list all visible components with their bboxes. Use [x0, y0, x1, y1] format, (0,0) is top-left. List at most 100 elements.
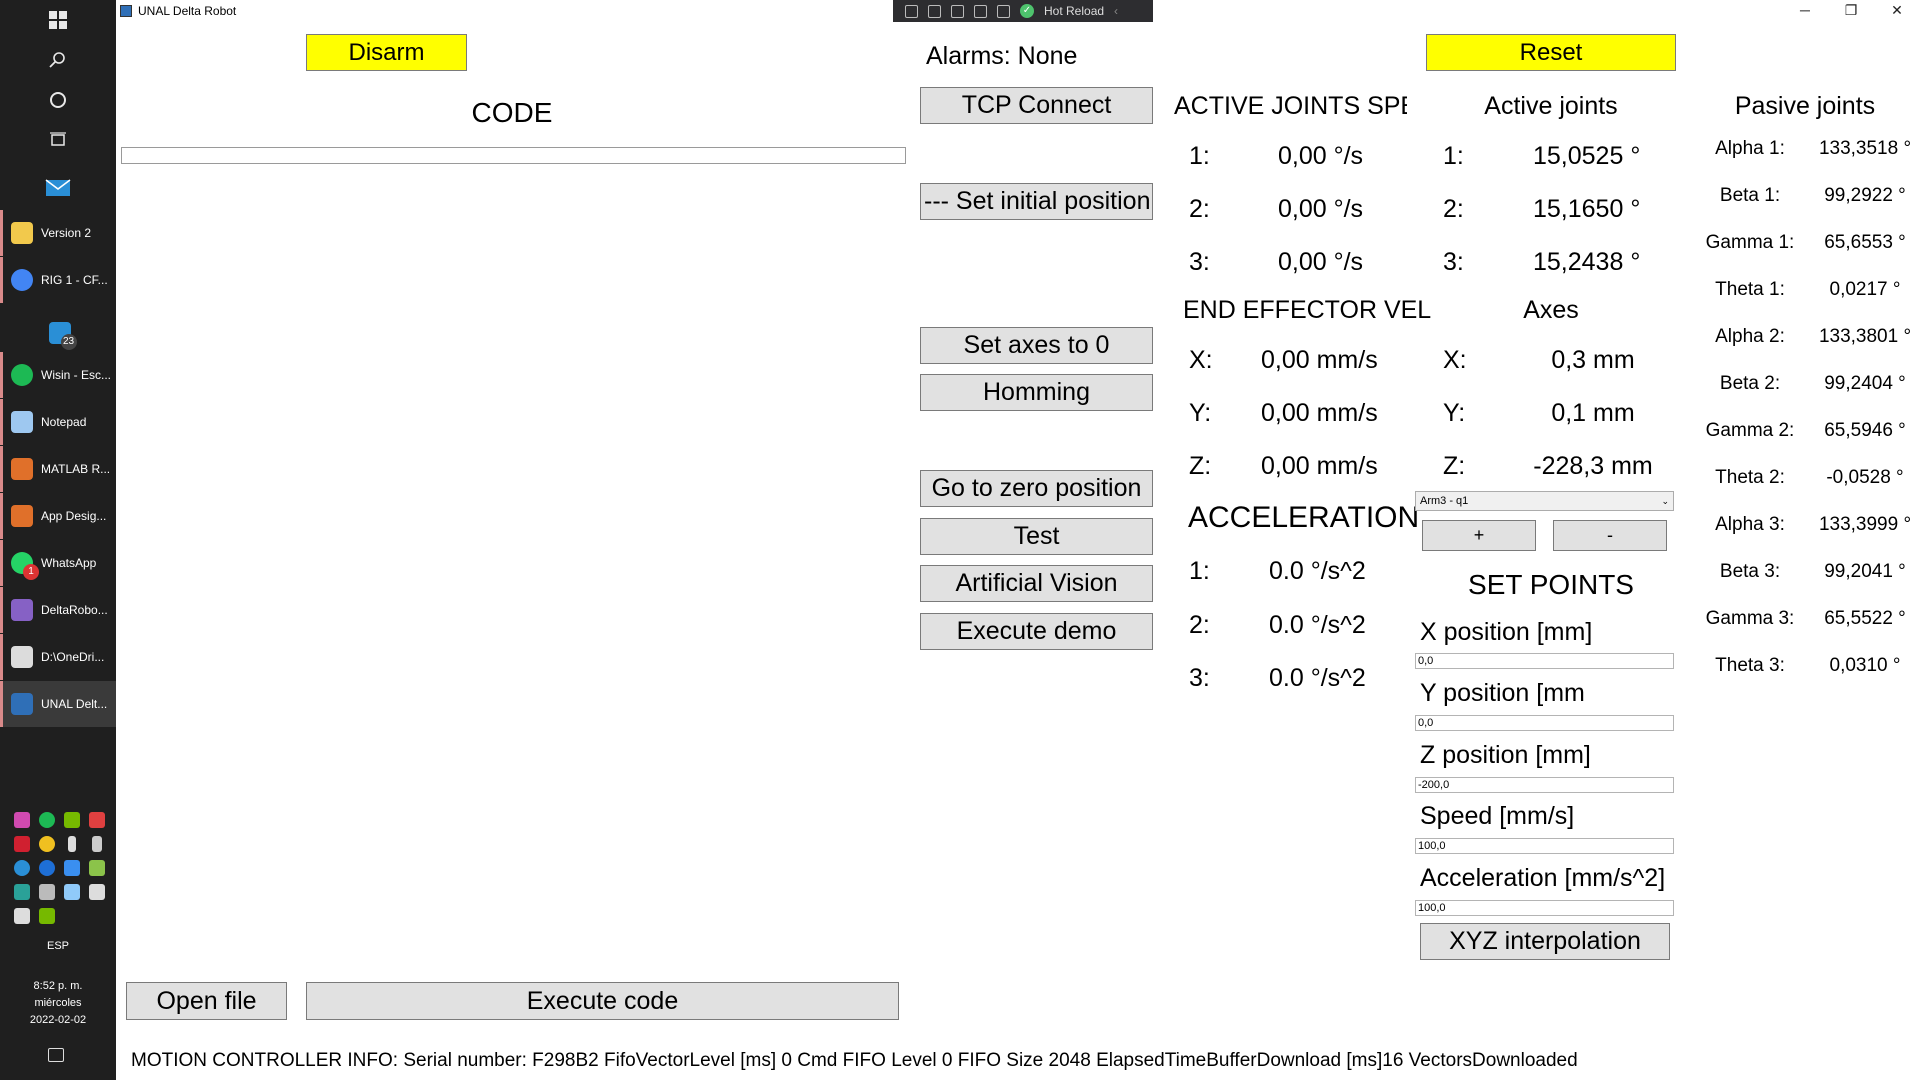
taskbar-app-label: MATLAB R... [41, 462, 111, 476]
display-layout-icon[interactable] [951, 4, 964, 18]
passive-joint-label: Gamma 3: [1705, 608, 1795, 629]
taskbar-app-label: UNAL Delt... [41, 697, 108, 711]
windows-start-icon[interactable] [0, 0, 116, 40]
notification-center-icon[interactable] [48, 1048, 64, 1062]
decrement-button[interactable]: - [1553, 520, 1667, 551]
speed-setpoint-input[interactable] [1415, 838, 1674, 854]
taskbar-app-app-designer[interactable]: App Desig... [0, 493, 116, 539]
acceleration-value: 0.0 °/s^2 [1269, 557, 1366, 585]
taskbar-app-visual-studio[interactable]: DeltaRobo... [0, 587, 116, 633]
speed-value: 0,00 °/s [1278, 195, 1364, 223]
go-to-zero-button[interactable]: Go to zero position [920, 470, 1153, 507]
tray-icon[interactable] [14, 884, 30, 900]
acceleration-setpoint-input[interactable] [1415, 900, 1674, 916]
y-position-label: Y position [mm [1420, 679, 1585, 707]
tray-icon[interactable] [64, 812, 80, 828]
velocity-value: 0,00 mm/s [1261, 399, 1378, 427]
tray-icon[interactable] [89, 860, 105, 876]
visual-studio-icon [11, 599, 33, 621]
tray-icon[interactable] [39, 908, 55, 924]
disarm-button[interactable]: Disarm [306, 34, 467, 71]
taskbar-app-label: Wisin - Esc... [41, 368, 112, 382]
bluetooth-icon[interactable] [39, 860, 55, 876]
network-icon[interactable] [89, 884, 105, 900]
execute-code-button[interactable]: Execute code [306, 982, 899, 1020]
xyz-interpolation-button[interactable]: XYZ interpolation [1420, 923, 1670, 960]
z-position-label: Z position [mm] [1420, 741, 1591, 769]
tray-icon[interactable] [14, 860, 30, 876]
passive-joint-value: -0,0528 ° [1826, 467, 1904, 488]
reset-button[interactable]: Reset [1426, 34, 1676, 71]
code-input[interactable] [121, 147, 906, 164]
execute-demo-button[interactable]: Execute demo [920, 613, 1153, 650]
search-icon[interactable] [0, 40, 116, 80]
task-view-icon[interactable] [0, 120, 116, 160]
artificial-vision-button[interactable]: Artificial Vision [920, 565, 1153, 602]
whatsapp-icon: 1 [11, 552, 39, 580]
taskbar-app-whatsapp[interactable]: 1 WhatsApp [0, 540, 116, 586]
taskbar-app-version2[interactable]: Version 2 [0, 210, 116, 256]
microphone-icon[interactable] [68, 836, 76, 852]
binding-failures-icon[interactable] [997, 4, 1010, 18]
taskbar-app-phone[interactable]: 23 [0, 310, 116, 356]
acceleration-value: 0.0 °/s^2 [1269, 664, 1366, 692]
taskbar-app-spotify[interactable]: Wisin - Esc... [0, 352, 116, 398]
select-element-icon[interactable] [928, 4, 941, 18]
phone-icon: 23 [48, 322, 77, 350]
axis-label: Y: [1443, 399, 1466, 427]
tray-icon[interactable] [39, 836, 55, 852]
tray-icon[interactable] [89, 812, 105, 828]
speed-value: 0,00 °/s [1278, 248, 1364, 276]
maximize-button[interactable]: ❐ [1828, 0, 1874, 20]
acceleration-label: 1: [1189, 557, 1210, 585]
taskbar-app-label: Notepad [41, 415, 87, 429]
app-window-icon [120, 5, 132, 17]
taskbar-app-notepad[interactable]: Notepad [0, 399, 116, 445]
taskbar-app-chrome[interactable]: RIG 1 - CF... [0, 257, 116, 303]
x-position-input[interactable] [1415, 653, 1674, 669]
test-button[interactable]: Test [920, 518, 1153, 555]
active-joints-speed-title: ACTIVE JOINTS SPEED [1174, 92, 1407, 120]
passive-joint-label: Theta 3: [1715, 655, 1785, 676]
passive-joint-value: 99,2922 ° [1824, 185, 1906, 206]
tray-icon[interactable] [64, 860, 80, 876]
cortana-icon[interactable] [0, 80, 116, 120]
debug-toolbar: ✓ Hot Reload ‹ [893, 0, 1153, 22]
volume-icon[interactable] [14, 908, 30, 924]
y-position-input[interactable] [1415, 715, 1674, 731]
minimize-button[interactable]: ─ [1782, 0, 1828, 20]
acceleration-label: 2: [1189, 611, 1210, 639]
tcp-connect-button[interactable]: TCP Connect [920, 87, 1153, 124]
z-position-input[interactable] [1415, 777, 1674, 793]
live-visual-tree-icon[interactable] [905, 4, 918, 18]
tray-icon[interactable] [14, 836, 30, 852]
hot-reload-label[interactable]: Hot Reload [1044, 4, 1104, 18]
taskbar-app-matlab[interactable]: MATLAB R... [0, 446, 116, 492]
tray-icon[interactable] [39, 884, 55, 900]
mail-icon[interactable] [0, 168, 116, 208]
set-initial-position-button[interactable]: --- Set initial position [920, 183, 1153, 220]
track-focus-icon[interactable] [974, 4, 987, 18]
taskbar-app-unal-delta[interactable]: UNAL Delt... [0, 681, 116, 727]
open-file-button[interactable]: Open file [126, 982, 287, 1020]
increment-button[interactable]: + [1422, 520, 1536, 551]
x-position-label: X position [mm] [1420, 618, 1593, 646]
passive-joint-value: 0,0310 ° [1829, 655, 1901, 676]
set-axes-zero-button[interactable]: Set axes to 0 [920, 327, 1153, 364]
joint-value: 15,0525 ° [1533, 142, 1641, 170]
close-button[interactable]: ✕ [1874, 0, 1920, 20]
tray-icon[interactable] [64, 884, 80, 900]
axes-title: Axes [1523, 296, 1579, 324]
collapse-icon[interactable]: ‹ [1114, 4, 1118, 18]
joint-select[interactable]: Arm3 - q1 ⌄ [1415, 491, 1674, 511]
tray-icon[interactable] [39, 812, 55, 828]
language-indicator[interactable]: ESP [0, 940, 116, 952]
axis-label: X: [1443, 346, 1467, 374]
homming-button[interactable]: Homming [920, 374, 1153, 411]
passive-joint-value: 65,5522 ° [1824, 608, 1906, 629]
usb-icon[interactable] [92, 836, 102, 852]
taskbar-app-explorer[interactable]: D:\OneDri... [0, 634, 116, 680]
tray-icon[interactable] [14, 812, 30, 828]
system-clock[interactable]: 8:52 p. m. miércoles 2022-02-02 [0, 978, 116, 1029]
clock-day: miércoles [34, 997, 82, 1009]
